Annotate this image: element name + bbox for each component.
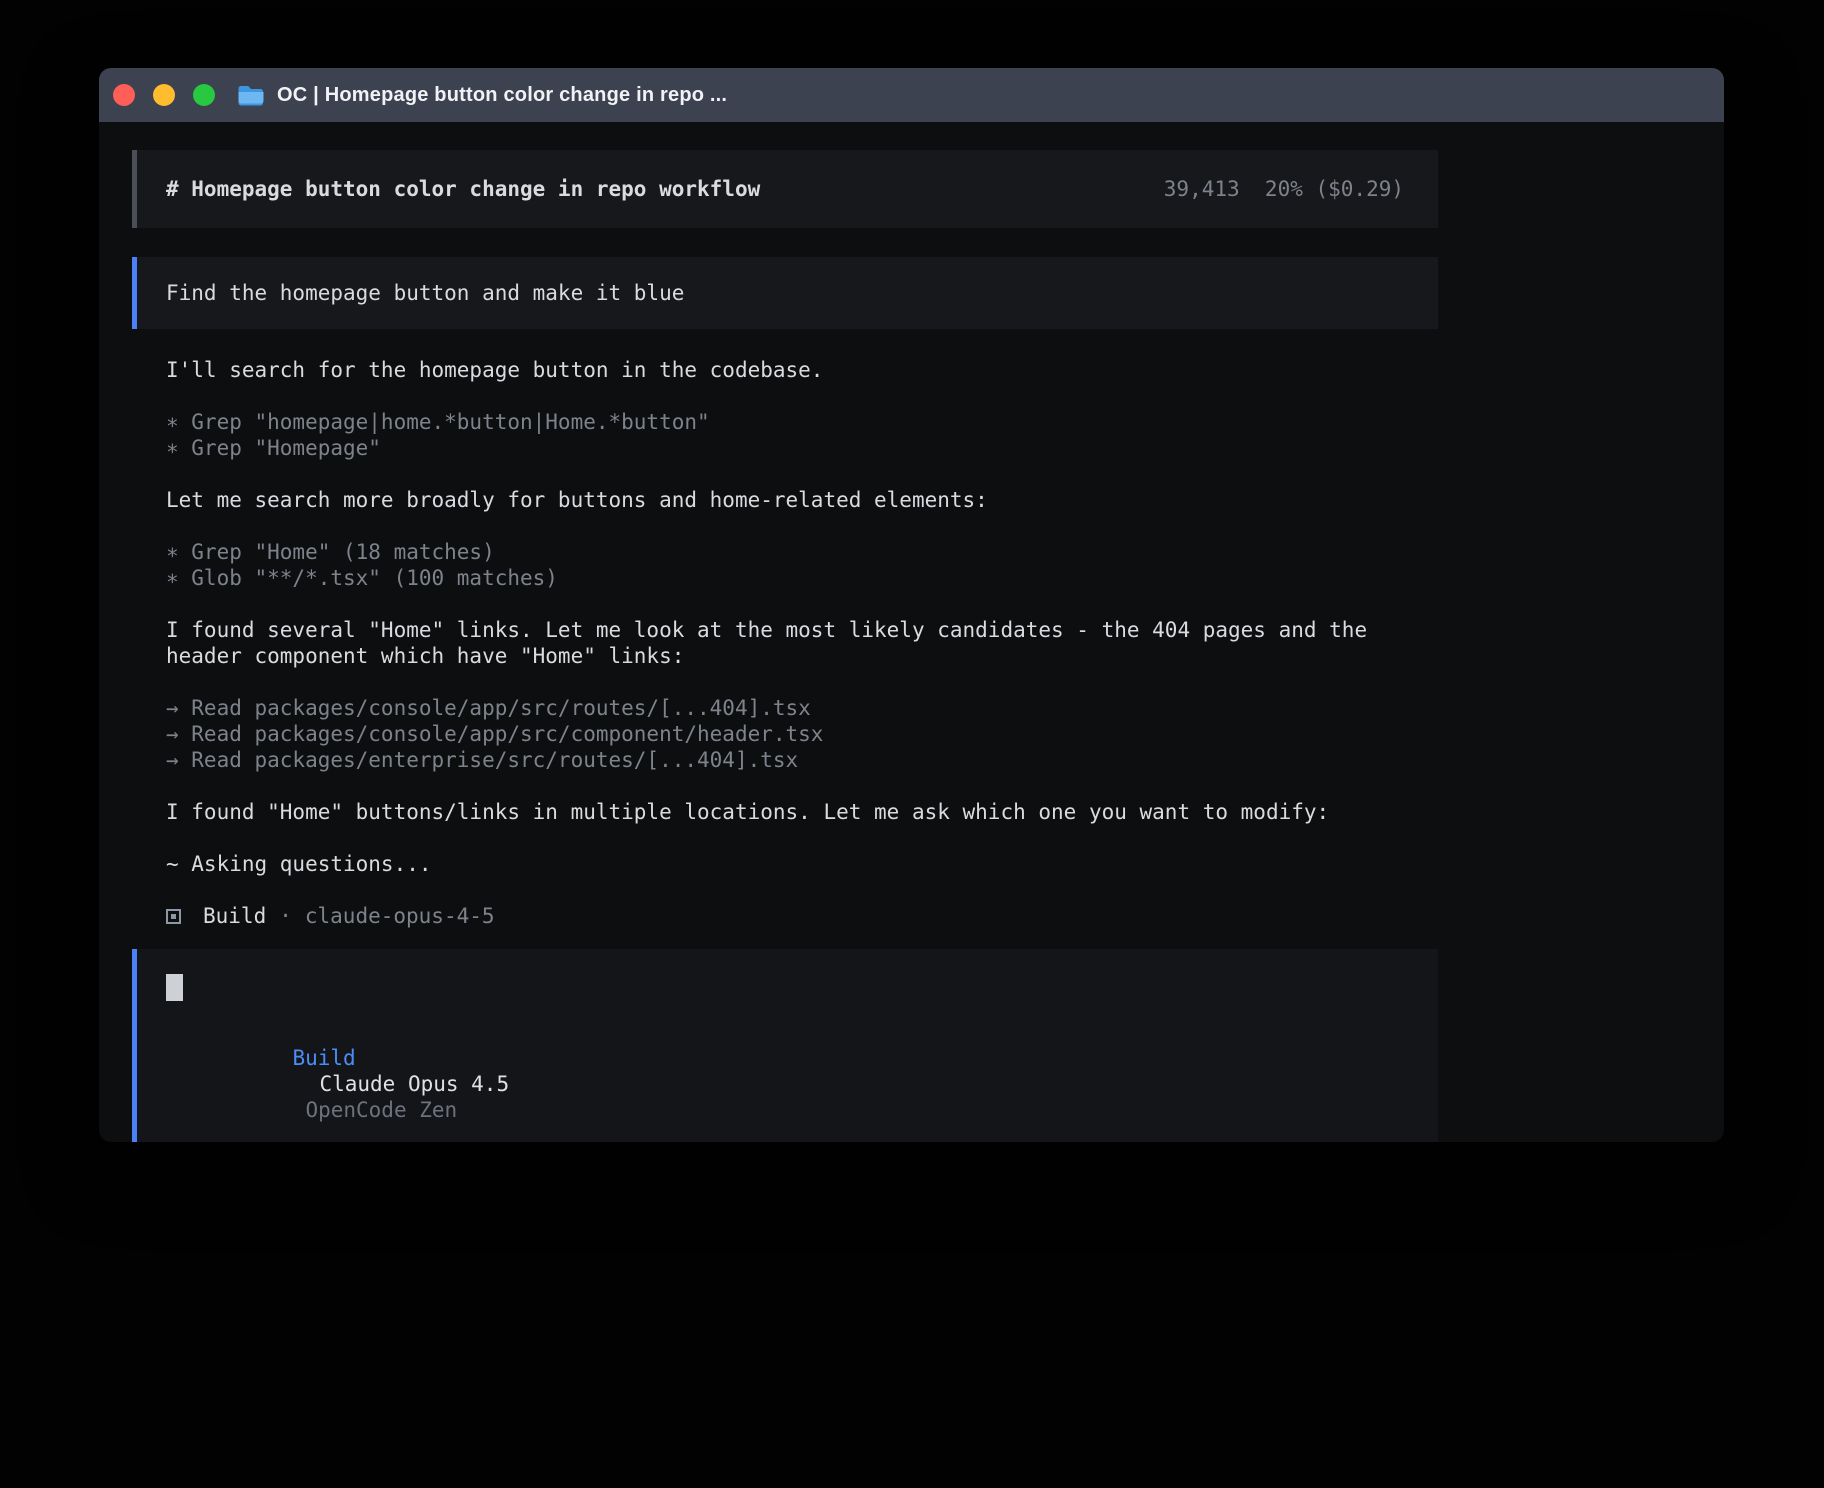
agent-mode-label: Build (292, 1046, 355, 1070)
app-window: OC | Homepage button color change in rep… (99, 68, 1724, 1142)
tool-call-line: → Read packages/console/app/src/routes/[… (166, 695, 1438, 721)
assistant-message-line: I found "Home" buttons/links in multiple… (166, 799, 1438, 825)
folder-icon (237, 83, 265, 107)
input-meta: Build Claude Opus 4.5 OpenCode Zen (166, 1019, 1409, 1142)
assistant-message-line: ~ Asking questions... (166, 851, 1438, 877)
blank-line (166, 825, 1438, 851)
blank-line (166, 773, 1438, 799)
traffic-lights (113, 84, 215, 106)
user-message-text: Find the homepage button and make it blu… (166, 281, 684, 305)
blank-line (166, 383, 1438, 409)
session-content: # Homepage button color change in repo w… (132, 150, 1438, 1142)
minimize-window-button[interactable] (153, 84, 175, 106)
assistant-message-line: Let me search more broadly for buttons a… (166, 487, 1438, 513)
session-title: # Homepage button color change in repo w… (166, 177, 760, 201)
text-cursor (166, 974, 183, 1001)
close-window-button[interactable] (113, 84, 135, 106)
prompt-input[interactable]: Build Claude Opus 4.5 OpenCode Zen (132, 949, 1438, 1142)
agent-status-line: Build · claude-opus-4-5 (132, 903, 1438, 929)
session-header: # Homepage button color change in repo w… (132, 150, 1438, 228)
blank-line (166, 877, 1438, 903)
blank-line (166, 591, 1438, 617)
tool-call-line: → Read packages/console/app/src/componen… (166, 721, 1438, 747)
blank-line (166, 669, 1438, 695)
model-label: Claude Opus 4.5 (319, 1072, 509, 1096)
transcript: I'll search for the homepage button in t… (132, 357, 1438, 903)
tool-call-line: ∗ Grep "Home" (18 matches) (166, 539, 1438, 565)
user-message: Find the homepage button and make it blu… (132, 257, 1438, 329)
agent-model: claude-opus-4-5 (305, 903, 495, 929)
provider-label: OpenCode Zen (305, 1098, 457, 1122)
zoom-window-button[interactable] (193, 84, 215, 106)
tool-call-line: ∗ Grep "homepage|home.*button|Home.*butt… (166, 409, 1438, 435)
build-agent-icon (166, 909, 181, 924)
terminal: # Homepage button color change in repo w… (99, 122, 1724, 1142)
assistant-message-line: I found several "Home" links. Let me loo… (166, 617, 1438, 669)
blank-line (166, 461, 1438, 487)
tool-call-line: ∗ Glob "**/*.tsx" (100 matches) (166, 565, 1438, 591)
window-title: OC | Homepage button color change in rep… (277, 84, 727, 107)
tool-call-line: ∗ Grep "Homepage" (166, 435, 1438, 461)
session-token-stats: 39,413 20% ($0.29) (1164, 177, 1404, 201)
agent-separator: · (279, 903, 292, 929)
tool-call-line: → Read packages/enterprise/src/routes/[.… (166, 747, 1438, 773)
window-titlebar: OC | Homepage button color change in rep… (99, 68, 1724, 122)
blank-line (166, 513, 1438, 539)
agent-name: Build (203, 903, 266, 929)
assistant-message-line: I'll search for the homepage button in t… (166, 357, 1438, 383)
